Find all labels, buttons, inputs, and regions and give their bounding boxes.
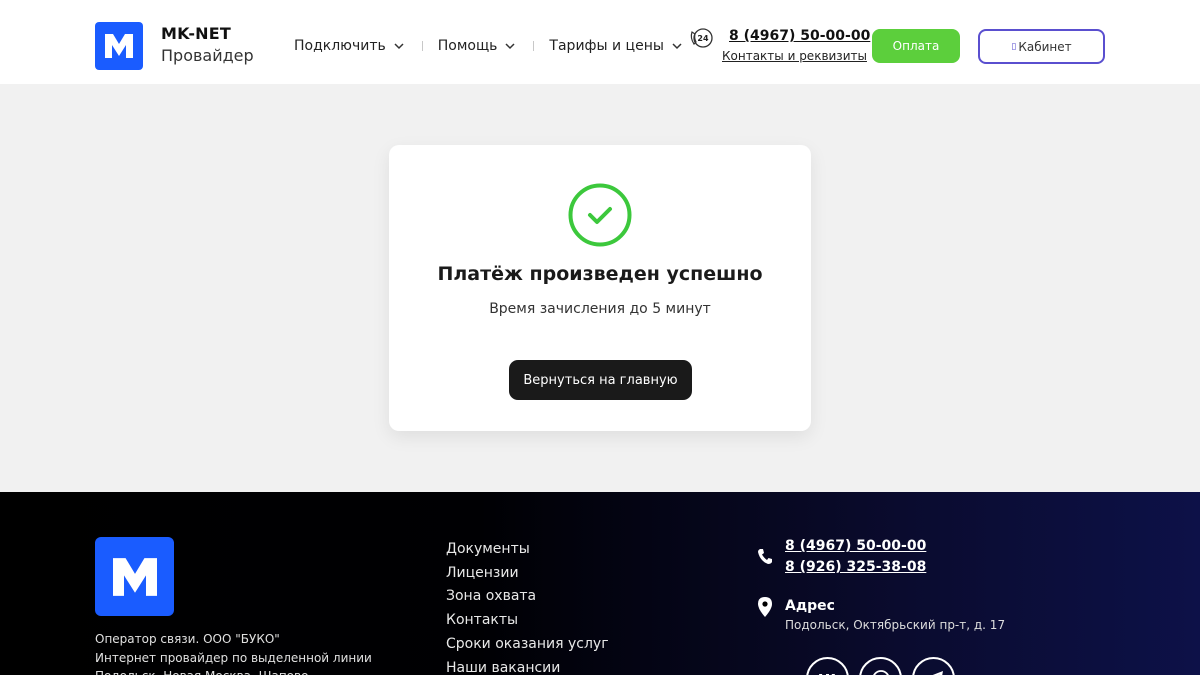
nav-divider <box>421 41 423 51</box>
footer-phone-1[interactable]: 8 (4967) 50-00-00 <box>785 538 926 554</box>
site-header: MK-NET Провайдер Подключить Помощь Тариф… <box>0 0 1200 84</box>
footer-logo[interactable] <box>95 537 174 616</box>
whatsapp-icon <box>872 669 889 675</box>
brand: MK-NET Провайдер <box>161 24 254 68</box>
footer-link-service-terms[interactable]: Сроки оказания услуг <box>446 633 609 657</box>
telegram-button[interactable] <box>912 657 955 675</box>
nav-divider <box>533 41 535 51</box>
chevron-down-icon <box>505 43 515 50</box>
brand-subtitle: Провайдер <box>161 46 254 65</box>
company-info-line: Подольск, Новая Москва, Шапово <box>95 667 372 675</box>
contacts-link[interactable]: Контакты и реквизиты <box>722 49 867 63</box>
payment-success-card: Платёж произведен успешно Время зачислен… <box>389 145 811 431</box>
nav-item-help[interactable]: Помощь <box>438 38 516 54</box>
company-info-line: Оператор связи. ООО "БУКО" <box>95 632 280 646</box>
support-badge-text: 24 <box>697 34 709 43</box>
back-home-button[interactable]: Вернуться на главную <box>509 360 692 400</box>
logo[interactable] <box>95 22 143 70</box>
main-nav: Подключить Помощь Тарифы и цены <box>294 36 682 56</box>
footer-link-contacts[interactable]: Контакты <box>446 609 609 633</box>
whatsapp-button[interactable] <box>859 657 902 675</box>
telegram-icon <box>930 670 943 675</box>
logo-m-icon <box>112 557 157 596</box>
footer-link-coverage[interactable]: Зона охвата <box>446 585 609 609</box>
footer-link-documents[interactable]: Документы <box>446 538 609 562</box>
footer-link-vacancies[interactable]: Наши вакансии <box>446 657 609 675</box>
footer-links: Документы Лицензии Зона охвата Контакты … <box>446 538 609 675</box>
location-pin-icon <box>758 597 772 617</box>
success-check-icon <box>568 183 632 247</box>
company-info: Оператор связи. ООО "БУКО" Интернет пров… <box>95 630 372 675</box>
company-info-line: Интернет провайдер по выделенной линии <box>95 650 372 665</box>
lock-icon: ▯ <box>1011 41 1017 52</box>
success-subtitle: Время зачисления до 5 минут <box>489 301 711 317</box>
success-title: Платёж произведен успешно <box>437 263 763 285</box>
support-24-icon: 24 <box>690 28 713 48</box>
brand-name: MK-NET <box>161 24 232 43</box>
nav-item-connect[interactable]: Подключить <box>294 38 404 54</box>
footer-phone-2[interactable]: 8 (926) 325-38-08 <box>785 559 926 575</box>
vk-button[interactable] <box>806 657 849 675</box>
footer-link-licenses[interactable]: Лицензии <box>446 562 609 586</box>
cabinet-button[interactable]: ▯ Кабинет <box>978 29 1105 64</box>
chevron-down-icon <box>672 43 682 50</box>
site-footer: Оператор связи. ООО "БУКО" Интернет пров… <box>0 492 1200 675</box>
logo-m-icon <box>105 34 133 58</box>
nav-item-label: Тарифы и цены <box>549 38 664 54</box>
cabinet-label: Кабинет <box>1018 39 1072 54</box>
nav-item-label: Помощь <box>437 38 498 54</box>
address-text: Подольск, Октябрьский пр-т, д. 17 <box>785 618 1006 632</box>
address-label: Адрес <box>785 598 835 614</box>
pay-button[interactable]: Оплата <box>872 29 960 63</box>
nav-item-tariffs[interactable]: Тарифы и цены <box>549 38 682 54</box>
chevron-down-icon <box>394 43 404 50</box>
vk-icon <box>818 673 835 675</box>
nav-item-label: Подключить <box>294 38 386 54</box>
header-phone-link[interactable]: 8 (4967) 50-00-00 <box>729 28 870 44</box>
phone-icon <box>758 549 772 564</box>
